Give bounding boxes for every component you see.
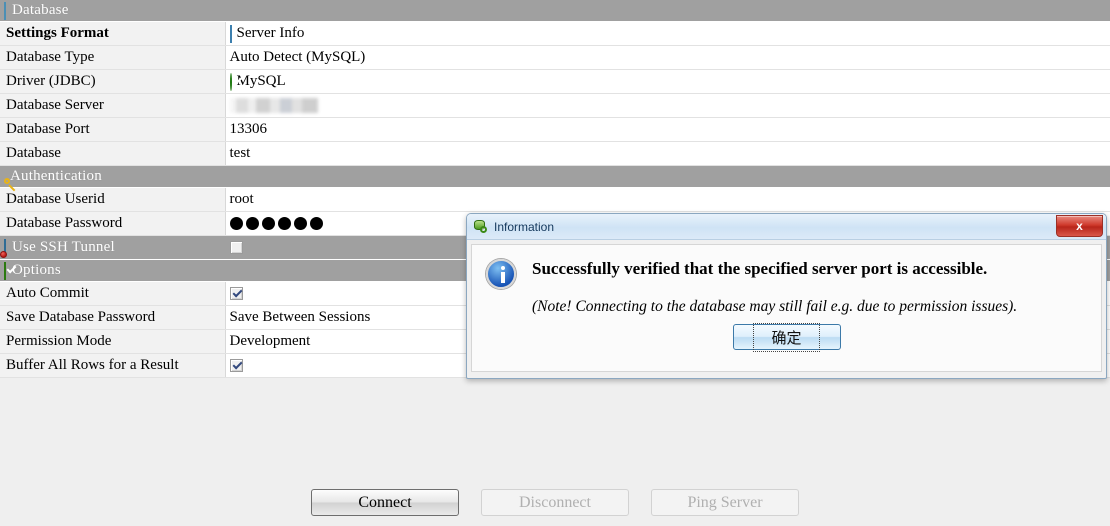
value-cell-database-name[interactable]: test [225, 141, 1110, 166]
value-cell-database-userid[interactable]: root [225, 187, 1110, 212]
database-search-icon [474, 219, 488, 234]
label-database-type: Database Type [0, 45, 226, 70]
redacted-server-value [229, 98, 318, 113]
ping-server-button: Ping Server [651, 489, 799, 516]
value-driver-jdbc: MySQL [236, 73, 286, 89]
row-driver-jdbc[interactable]: Driver (JDBC) MySQL [0, 69, 1110, 94]
ok-button[interactable]: 确定 [732, 322, 841, 352]
value-save-database-password: Save Between Sessions [229, 309, 371, 325]
label-save-database-password: Save Database Password [0, 305, 226, 330]
row-database-type[interactable]: Database Type Auto Detect (MySQL) [0, 45, 1110, 70]
label-database-server: Database Server [0, 93, 226, 118]
value-cell-settings-format[interactable]: Server Info [225, 21, 1110, 46]
dialog-message: Successfully verified that the specified… [532, 259, 988, 278]
label-database-port: Database Port [0, 117, 226, 142]
row-database-port[interactable]: Database Port 13306 [0, 117, 1110, 142]
section-label-authentication: Authentication [10, 168, 102, 184]
value-settings-format: Server Info [236, 25, 305, 41]
label-permission-mode: Permission Mode [0, 329, 226, 354]
label-database-userid: Database Userid [0, 187, 226, 212]
section-header-cell: Database [0, 0, 1110, 22]
checkbox-use-ssh-tunnel[interactable] [230, 241, 243, 254]
section-header-cell-authentication: Authentication [0, 165, 1110, 188]
value-database-name: test [229, 145, 251, 161]
dialog-note: (Note! Connecting to the database may st… [532, 298, 1018, 315]
section-header-authentication: Authentication [0, 165, 1110, 188]
close-icon[interactable]: x [1056, 215, 1103, 237]
dialog-button-row: 确定 [472, 322, 1101, 352]
checkbox-buffer-all-rows[interactable] [229, 359, 243, 372]
label-auto-commit: Auto Commit [0, 281, 226, 306]
info-icon [486, 259, 516, 289]
label-settings-format: Settings Format [0, 21, 226, 46]
value-database-userid: root [229, 191, 254, 207]
row-database-userid[interactable]: Database Userid root [0, 187, 1110, 212]
ok-button-label: 确定 [753, 322, 820, 352]
value-cell-driver-jdbc[interactable]: MySQL [225, 69, 1110, 94]
value-cell-database-server[interactable] [225, 93, 1110, 118]
label-database-password: Database Password [0, 211, 226, 236]
label-cell-use-ssh-tunnel: Use SSH Tunnel [0, 235, 225, 260]
section-label-options: Options [12, 262, 61, 278]
value-cell-database-port[interactable]: 13306 [225, 117, 1110, 142]
label-use-ssh-tunnel: Use SSH Tunnel [12, 239, 115, 255]
row-database-server[interactable]: Database Server [0, 93, 1110, 118]
value-database-port: 13306 [229, 121, 268, 137]
information-dialog: Information x Successfully verified that… [466, 213, 1107, 379]
dialog-messages: Successfully verified that the specified… [532, 259, 1085, 316]
row-settings-format[interactable]: Settings Format Server Info [0, 21, 1110, 46]
dialog-title: Information [494, 219, 555, 234]
row-database-name[interactable]: Database test [0, 141, 1110, 166]
checkbox-auto-commit[interactable] [229, 287, 243, 300]
connect-button[interactable]: Connect [311, 489, 459, 516]
dialog-body: Successfully verified that the specified… [471, 244, 1102, 372]
value-cell-database-type[interactable]: Auto Detect (MySQL) [225, 45, 1110, 70]
dialog-titlebar[interactable]: Information x [467, 214, 1106, 240]
password-masked-value [229, 217, 323, 230]
label-driver-jdbc: Driver (JDBC) [0, 69, 226, 94]
action-button-bar: Connect Disconnect Ping Server [0, 489, 1110, 516]
section-header-database: Database [0, 0, 1110, 22]
label-database-name: Database [0, 141, 226, 166]
value-database-type: Auto Detect (MySQL) [229, 49, 366, 65]
label-buffer-all-rows: Buffer All Rows for a Result [0, 353, 226, 378]
section-label-database: Database [12, 2, 69, 18]
disconnect-button: Disconnect [481, 489, 629, 516]
value-permission-mode: Development [229, 333, 311, 349]
dialog-content: Successfully verified that the specified… [472, 245, 1101, 316]
